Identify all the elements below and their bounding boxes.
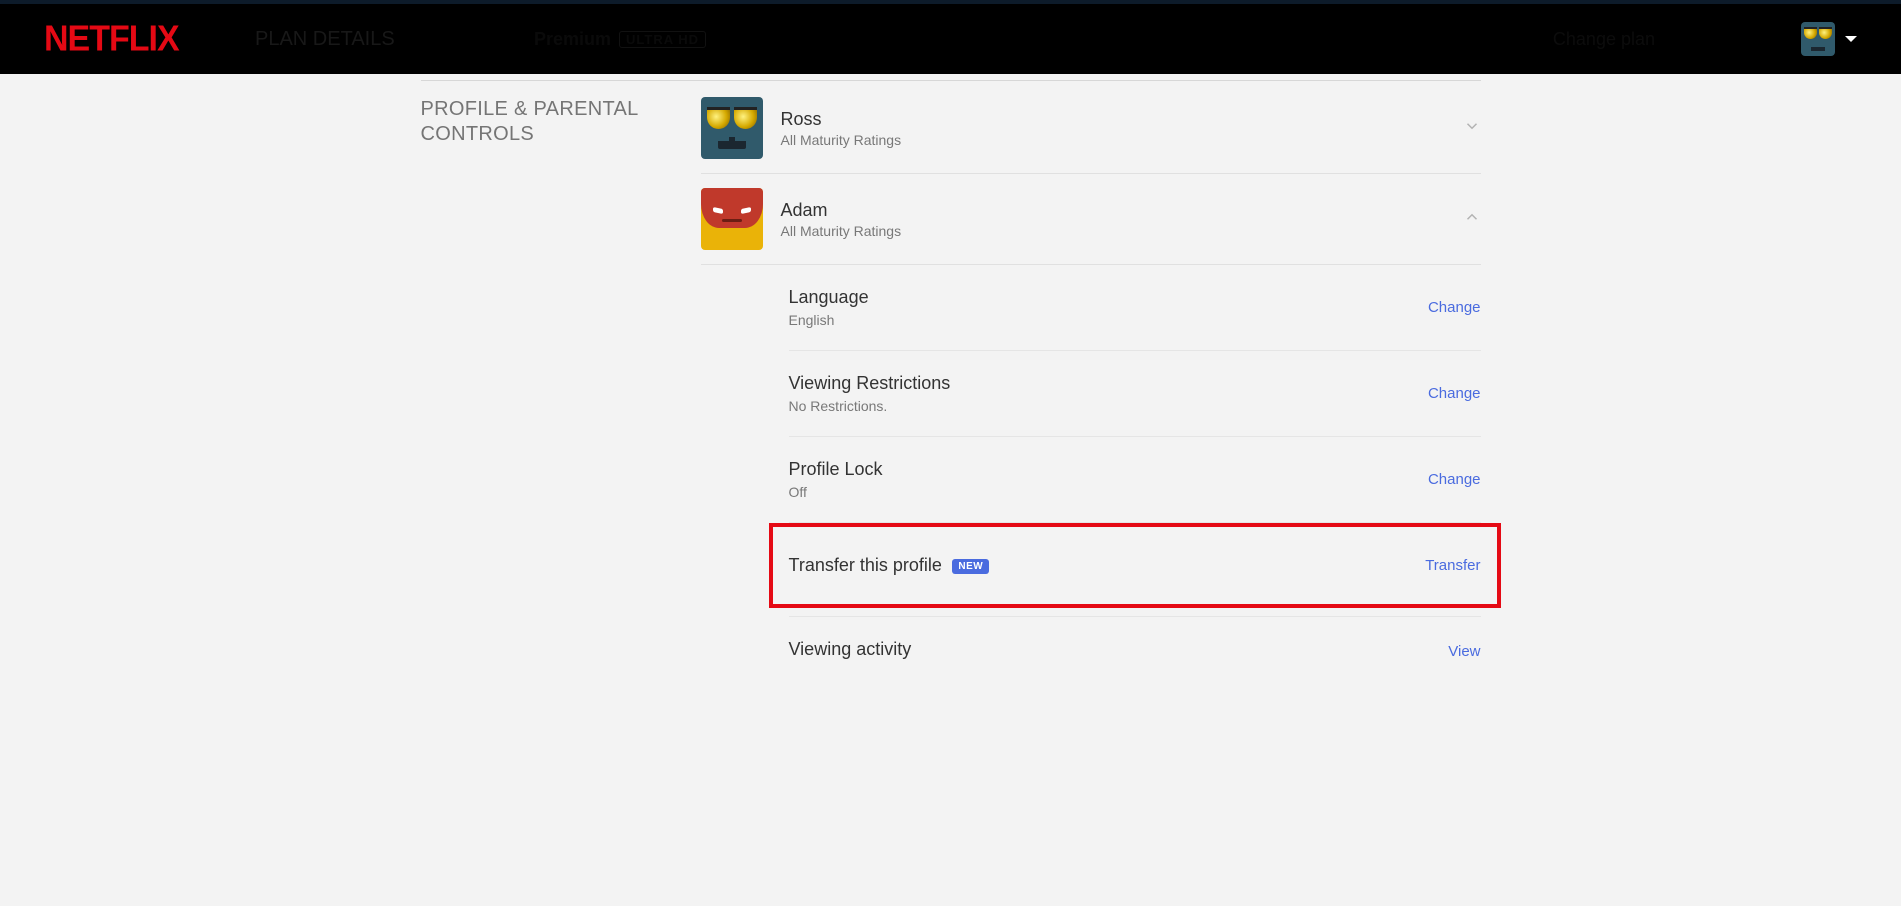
- profile-maturity: All Maturity Ratings: [781, 223, 1445, 239]
- section-title: PROFILE & PARENTAL CONTROLS: [421, 97, 701, 686]
- view-activity-link[interactable]: View: [1448, 643, 1480, 660]
- change-language-link[interactable]: Change: [1428, 299, 1481, 316]
- avatar-icon: [701, 97, 763, 159]
- profile-row-adam[interactable]: Adam All Maturity Ratings: [701, 174, 1481, 265]
- setting-transfer-profile: Transfer this profile NEW Transfer: [789, 527, 1481, 604]
- profile-row-ross[interactable]: Ross All Maturity Ratings: [701, 97, 1481, 174]
- header-profile-menu[interactable]: [1801, 22, 1857, 56]
- ultra-hd-badge: ULTRA HD: [619, 31, 706, 48]
- avatar-icon: [701, 188, 763, 250]
- setting-viewing-activity: Viewing activity View: [789, 616, 1481, 686]
- highlight-transfer-profile: Transfer this profile NEW Transfer: [769, 523, 1501, 608]
- profile-info: Adam All Maturity Ratings: [781, 200, 1445, 239]
- plan-name: Premium: [534, 29, 611, 50]
- avatar-icon: [1801, 22, 1835, 56]
- transfer-profile-link[interactable]: Transfer: [1425, 557, 1480, 574]
- setting-title: Language: [789, 287, 869, 308]
- plan-details-label: PLAN DETAILS: [255, 28, 395, 51]
- setting-profile-lock: Profile Lock Off Change: [789, 437, 1481, 523]
- setting-value: English: [789, 312, 869, 328]
- setting-title: Transfer this profile: [789, 555, 942, 575]
- profile-maturity: All Maturity Ratings: [781, 132, 1445, 148]
- netflix-logo[interactable]: NETFLIX: [44, 19, 179, 60]
- new-badge: NEW: [952, 559, 989, 574]
- profile-info: Ross All Maturity Ratings: [781, 109, 1445, 148]
- setting-value: Off: [789, 484, 883, 500]
- change-lock-link[interactable]: Change: [1428, 471, 1481, 488]
- setting-value: No Restrictions.: [789, 398, 951, 414]
- profile-name: Adam: [781, 200, 1445, 221]
- setting-title: Profile Lock: [789, 459, 883, 480]
- setting-restrictions: Viewing Restrictions No Restrictions. Ch…: [789, 351, 1481, 437]
- change-plan-link[interactable]: Change plan: [1553, 29, 1655, 50]
- chevron-down-icon: [1845, 36, 1857, 42]
- setting-title: Viewing activity: [789, 639, 912, 660]
- section-body: Ross All Maturity Ratings Adam All Matu: [701, 97, 1481, 686]
- header: PLAN DETAILS Premium ULTRA HD Change pla…: [0, 4, 1901, 74]
- profile-name: Ross: [781, 109, 1445, 130]
- profile-settings: Language English Change Viewing Restrict…: [701, 265, 1481, 686]
- setting-title: Viewing Restrictions: [789, 373, 951, 394]
- chevron-down-icon: [1463, 117, 1481, 140]
- obscured-plan-row: PLAN DETAILS Premium ULTRA HD Change pla…: [0, 4, 1901, 74]
- change-restrictions-link[interactable]: Change: [1428, 385, 1481, 402]
- page-body: PROFILE & PARENTAL CONTROLS Ross All Mat…: [421, 74, 1481, 686]
- profile-parental-section: PROFILE & PARENTAL CONTROLS Ross All Mat…: [421, 81, 1481, 686]
- plan-value: Premium ULTRA HD: [534, 29, 706, 50]
- chevron-up-icon: [1463, 208, 1481, 231]
- setting-language: Language English Change: [789, 265, 1481, 351]
